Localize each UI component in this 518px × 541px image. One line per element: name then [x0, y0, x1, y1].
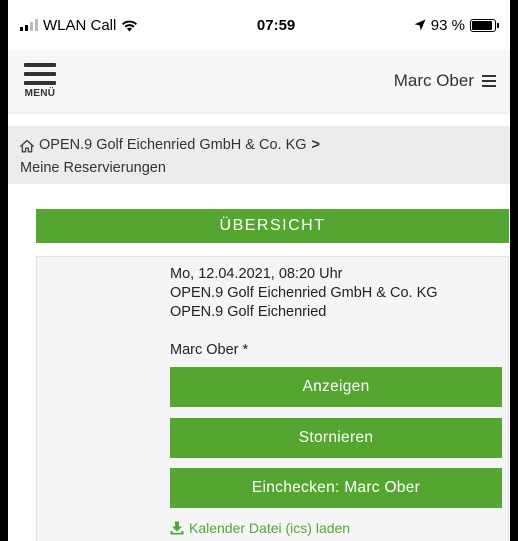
app-screen: WLAN Call 07:59 93 % MENÜ Marc Ober OPEN… [0, 0, 518, 541]
ics-download-link[interactable]: Kalender Datei (ics) laden [170, 520, 350, 536]
main-menu-button[interactable]: MENÜ [20, 63, 60, 99]
location-arrow-icon [414, 19, 426, 31]
reservation-details: Mo, 12.04.2021, 08:20 Uhr OPEN.9 Golf Ei… [170, 265, 438, 322]
ics-download-label: Kalender Datei (ics) laden [189, 520, 351, 536]
breadcrumb: OPEN.9 Golf Eichenried GmbH & Co. KG > M… [8, 126, 510, 184]
show-button[interactable]: Anzeigen [170, 367, 502, 407]
home-icon [20, 139, 34, 152]
breadcrumb-separator: > [311, 137, 321, 153]
status-left: WLAN Call [20, 17, 138, 34]
battery-icon [470, 18, 499, 32]
reservation-datetime: Mo, 12.04.2021, 08:20 Uhr [170, 266, 343, 282]
menu-label: MENÜ [24, 88, 56, 99]
download-icon [170, 521, 184, 535]
breadcrumb-current: Meine Reservierungen [20, 160, 166, 176]
status-right: 93 % [414, 16, 499, 34]
top-navigation: MENÜ Marc Ober [8, 50, 510, 112]
carrier-label: WLAN Call [43, 16, 117, 34]
checkin-button[interactable]: Einchecken: Marc Ober [170, 468, 502, 508]
reservation-club: OPEN.9 Golf Eichenried GmbH & Co. KG [170, 285, 438, 301]
user-menu-button[interactable]: Marc Ober [394, 71, 496, 91]
reservation-course: OPEN.9 Golf Eichenried [170, 304, 327, 320]
battery-percent: 93 % [430, 16, 465, 34]
status-time: 07:59 [256, 16, 296, 34]
overview-header: ÜBERSICHT [36, 209, 509, 243]
reservation-card: Mo, 12.04.2021, 08:20 Uhr OPEN.9 Golf Ei… [36, 256, 509, 541]
status-bar: WLAN Call 07:59 93 % [8, 0, 510, 50]
user-menu-icon [482, 75, 496, 87]
menu-icon [24, 63, 56, 85]
signal-icon [20, 19, 38, 31]
user-name: Marc Ober [393, 71, 474, 90]
cancel-button[interactable]: Stornieren [170, 418, 502, 458]
reservation-booker: Marc Ober * [170, 342, 249, 358]
breadcrumb-parent-link[interactable]: OPEN.9 Golf Eichenried GmbH & Co. KG [39, 134, 307, 157]
wifi-icon [122, 20, 138, 31]
